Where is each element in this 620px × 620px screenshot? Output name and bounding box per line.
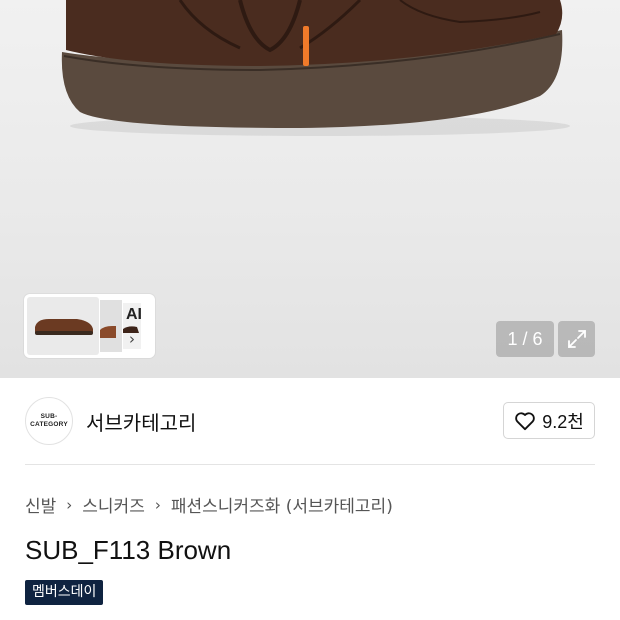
divider xyxy=(25,464,595,465)
chevron-right-icon: › xyxy=(66,495,73,514)
brand-logo-line2: CATEGORY xyxy=(30,421,68,428)
like-count: 9.2천 xyxy=(542,411,584,432)
image-counter: 1 / 6 xyxy=(496,321,554,357)
expand-button[interactable] xyxy=(558,321,595,357)
chevron-right-icon: › xyxy=(154,495,161,514)
thumbnail-image[interactable] xyxy=(100,300,122,352)
breadcrumb-item[interactable]: 신발 xyxy=(25,492,56,517)
thumbnail-image[interactable] xyxy=(27,297,99,355)
ai-recommend-thumbnails[interactable] xyxy=(24,294,155,358)
brand-logo[interactable]: SUB- CATEGORY xyxy=(25,397,73,445)
brand-logo-line1: SUB- xyxy=(40,413,58,420)
expand-icon xyxy=(567,330,586,348)
product-title: SUB_F113 Brown xyxy=(25,535,232,565)
chevron-right-icon[interactable]: › xyxy=(129,330,135,348)
brand-name[interactable]: 서브카테고리 xyxy=(86,407,196,436)
breadcrumb-item[interactable]: 패션스니커즈화 (서브카테고리) xyxy=(171,492,393,517)
ai-label[interactable]: AI xyxy=(126,306,142,324)
like-button[interactable]: 9.2천 xyxy=(503,402,595,439)
breadcrumb: 신발 › 스니커즈 › 패션스니커즈화 (서브카테고리) xyxy=(25,492,393,518)
heart-icon xyxy=(515,411,535,430)
breadcrumb-item[interactable]: 스니커즈 xyxy=(82,492,145,517)
promo-badge: 멤버스데이 xyxy=(25,580,104,605)
product-image-gallery[interactable]: AI › 1 / 6 xyxy=(0,0,620,378)
